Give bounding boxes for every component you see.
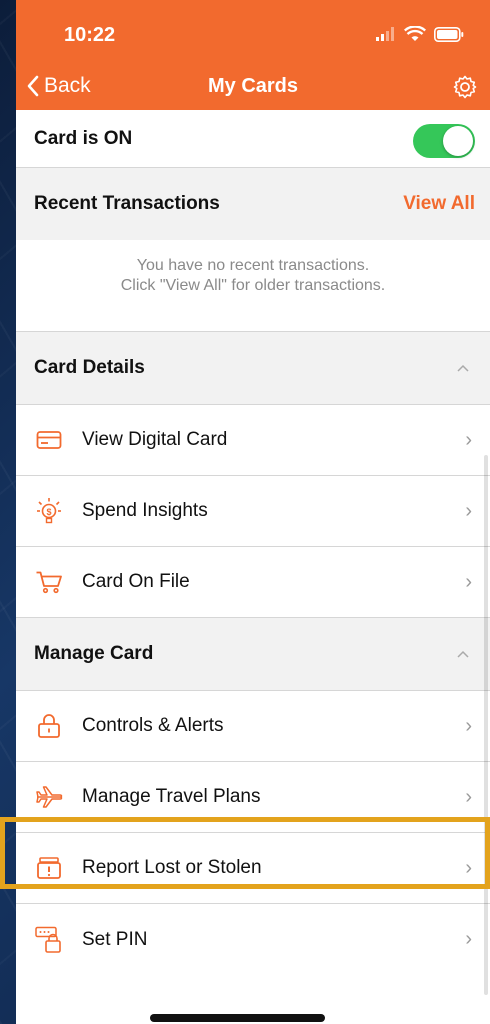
card-on-toggle[interactable] xyxy=(413,124,475,158)
status-time: 10:22 xyxy=(64,24,116,46)
list-item-set-pin[interactable]: Set PIN › xyxy=(16,904,490,975)
card-status-row: Card is ON xyxy=(16,110,490,168)
nav-bar: Back My Cards xyxy=(16,66,490,110)
list-item-label: Report Lost or Stolen xyxy=(82,857,262,878)
list-item-spend-insights[interactable]: $ Spend Insights › xyxy=(16,476,490,547)
chevron-right-icon: › xyxy=(465,714,472,737)
list-item-card-on-file[interactable]: Card On File › xyxy=(16,547,490,618)
manage-card-header[interactable]: Manage Card xyxy=(16,618,490,691)
chevron-right-icon: › xyxy=(465,785,472,808)
report-card-icon xyxy=(34,853,64,883)
card-details-header[interactable]: Card Details xyxy=(16,332,490,405)
manage-card-title: Manage Card xyxy=(34,643,154,664)
chevron-up-icon xyxy=(457,364,469,372)
recent-transactions-title: Recent Transactions xyxy=(34,193,220,214)
plane-icon xyxy=(34,782,64,812)
gear-icon[interactable] xyxy=(452,74,478,100)
lock-icon xyxy=(34,711,64,741)
insights-icon: $ xyxy=(34,496,64,526)
empty-line-1: You have no recent transactions. xyxy=(136,257,370,274)
home-indicator[interactable] xyxy=(150,1014,325,1022)
page-title: My Cards xyxy=(207,75,299,97)
scrollbar[interactable] xyxy=(484,455,488,995)
list-item-manage-travel-plans[interactable]: Manage Travel Plans › xyxy=(16,762,490,833)
status-bar: 10:22 xyxy=(16,0,490,66)
chevron-right-icon: › xyxy=(465,570,472,593)
list-item-label: Spend Insights xyxy=(82,500,208,521)
card-details-title: Card Details xyxy=(34,357,145,378)
pin-icon xyxy=(34,925,64,955)
list-item-label: Card On File xyxy=(82,571,190,592)
chevron-right-icon: › xyxy=(465,928,472,950)
recent-transactions-header: Recent Transactions View All xyxy=(16,168,490,240)
status-icons xyxy=(376,26,464,42)
cart-icon xyxy=(34,567,64,597)
list-item-label: View Digital Card xyxy=(82,429,228,450)
wifi-icon xyxy=(404,26,426,41)
card-icon xyxy=(34,425,64,455)
chevron-right-icon: › xyxy=(465,499,472,522)
empty-line-2: Click "View All" for older transactions. xyxy=(120,277,386,294)
list-item-label: Set PIN xyxy=(82,928,148,950)
list-item-controls-alerts[interactable]: Controls & Alerts › xyxy=(16,691,490,762)
signal-icon xyxy=(376,27,394,41)
toggle-knob xyxy=(443,126,473,156)
chevron-up-icon xyxy=(457,650,469,658)
chevron-right-icon: › xyxy=(465,856,472,879)
battery-icon xyxy=(434,26,464,42)
list-item-label: Controls & Alerts xyxy=(82,715,224,736)
list-item-report-lost-stolen[interactable]: Report Lost or Stolen › xyxy=(16,833,490,904)
card-status-label: Card is ON xyxy=(34,127,133,149)
chevron-right-icon: › xyxy=(465,428,472,451)
phone-screen: 10:22 Back My Cards Card is ON Recent Tr… xyxy=(16,0,490,1024)
svg-text:$: $ xyxy=(46,507,51,517)
list-item-view-digital-card[interactable]: View Digital Card › xyxy=(16,405,490,476)
empty-transactions-message: You have no recent transactions. Click "… xyxy=(16,240,490,332)
view-all-link[interactable]: View All xyxy=(403,193,475,215)
list-item-label: Manage Travel Plans xyxy=(82,786,261,807)
